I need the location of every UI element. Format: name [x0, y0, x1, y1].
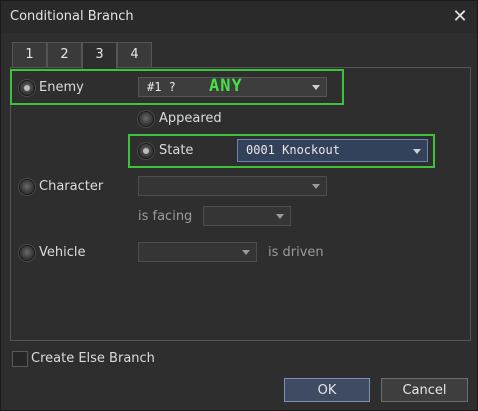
is-driven-label: is driven	[268, 245, 324, 260]
character-label: Character	[39, 179, 104, 194]
conditional-branch-window: Conditional Branch ✕ 1 2 3 4 Enemy #1 ? …	[0, 0, 478, 411]
chevron-down-icon	[276, 214, 284, 219]
tab-3[interactable]: 3	[82, 42, 117, 69]
appeared-label: Appeared	[159, 111, 222, 126]
chevron-down-icon	[312, 85, 320, 90]
tab-2[interactable]: 2	[47, 42, 82, 67]
tab-panel	[10, 67, 471, 341]
tab-1[interactable]: 1	[12, 42, 47, 67]
enemy-select-value: #1 ?	[147, 80, 176, 94]
enemy-label: Enemy	[39, 80, 84, 95]
character-radio[interactable]	[19, 179, 35, 195]
vehicle-select[interactable]	[138, 242, 257, 262]
vehicle-label: Vehicle	[39, 245, 86, 260]
chevron-down-icon	[242, 250, 250, 255]
is-facing-label: is facing	[138, 209, 193, 224]
any-annotation: ANY	[209, 76, 243, 96]
appeared-radio[interactable]	[138, 111, 154, 127]
state-select-value: 0001 Knockout	[246, 143, 340, 157]
tab-4[interactable]: 4	[117, 42, 152, 67]
state-label: State	[159, 143, 194, 158]
title-bar: Conditional Branch ✕	[1, 1, 477, 33]
state-radio[interactable]	[138, 143, 154, 159]
enemy-radio[interactable]	[19, 80, 35, 96]
create-else-branch-label: Create Else Branch	[31, 351, 155, 366]
state-select[interactable]: 0001 Knockout	[237, 139, 428, 162]
close-icon[interactable]: ✕	[449, 6, 471, 28]
ok-button[interactable]: OK	[284, 378, 370, 402]
vehicle-radio[interactable]	[19, 245, 35, 261]
chevron-down-icon	[413, 149, 421, 154]
window-title: Conditional Branch	[10, 9, 134, 24]
create-else-branch-checkbox[interactable]	[12, 351, 28, 367]
character-select[interactable]	[138, 176, 327, 196]
facing-select[interactable]	[203, 206, 291, 226]
cancel-button[interactable]: Cancel	[381, 378, 468, 402]
chevron-down-icon	[312, 184, 320, 189]
